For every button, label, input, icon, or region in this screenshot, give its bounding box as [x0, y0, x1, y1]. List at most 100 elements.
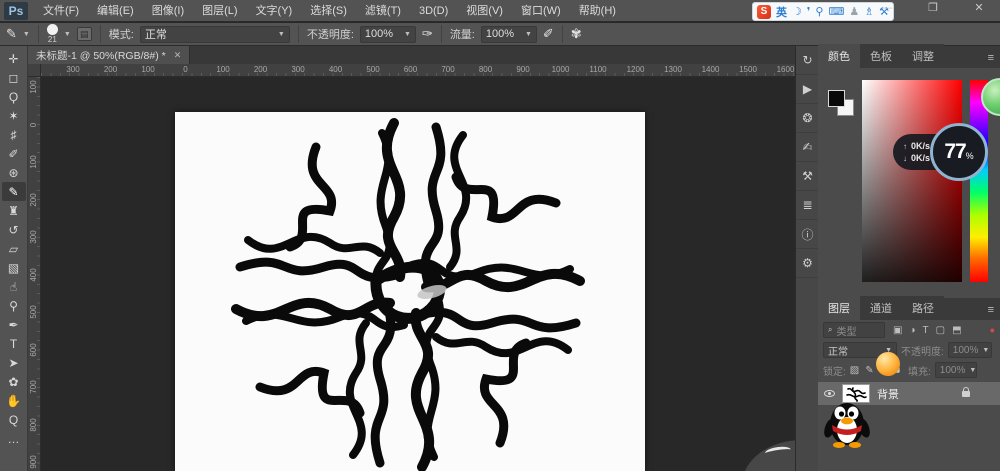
upload-arrow-icon: ↑: [903, 141, 907, 151]
blend-mode-select[interactable]: 正常 ▼: [139, 25, 290, 43]
eraser-tool[interactable]: ▱: [2, 239, 26, 258]
menu-9[interactable]: 窗口(W): [512, 0, 570, 22]
tab-paths[interactable]: 路径: [902, 296, 944, 320]
person-icon[interactable]: ♟: [849, 5, 859, 19]
memory-percent-widget[interactable]: 77 %: [930, 123, 988, 181]
info-panel-icon[interactable]: ⓘ: [796, 220, 819, 249]
layer-fill-select[interactable]: 100% ▼: [934, 362, 977, 378]
actions-panel-icon[interactable]: ▶: [796, 75, 819, 104]
clone-source-panel-icon[interactable]: ≣: [796, 191, 819, 220]
brush-preset-dropdown-arrow[interactable]: ▼: [64, 31, 71, 38]
menu-7[interactable]: 3D(D): [410, 0, 457, 22]
clone-stamp-tool[interactable]: ♜: [2, 201, 26, 220]
filter-type-layers-icon[interactable]: T: [923, 325, 929, 336]
menu-10[interactable]: 帮助(H): [570, 0, 625, 22]
menu-6[interactable]: 滤镜(T): [356, 0, 410, 22]
smudge-tool[interactable]: ☝: [2, 277, 26, 296]
menu-2[interactable]: 图像(I): [143, 0, 193, 22]
layers-panel-menu-icon[interactable]: ≡: [982, 300, 1000, 320]
opacity-select[interactable]: 100% ▼: [359, 25, 416, 43]
brush-tool[interactable]: ✎: [1, 182, 26, 201]
color-saturation-field[interactable]: [862, 80, 962, 282]
smoothing-icon[interactable]: ✾: [571, 26, 582, 42]
pressure-opacity-icon[interactable]: ✑: [422, 26, 433, 42]
color-panel-tabbar: 颜色 色板 调整 ≡: [818, 44, 1000, 68]
ruler-origin-corner[interactable]: [28, 64, 41, 77]
navigator-panel-icon[interactable]: ❂: [796, 104, 819, 133]
marquee-tool[interactable]: ◻: [2, 68, 26, 87]
minimize-button[interactable]: —: [876, 0, 898, 16]
close-button[interactable]: ✕: [968, 0, 990, 16]
shape-tool[interactable]: ✿: [2, 372, 26, 391]
menu-0[interactable]: 文件(F): [34, 0, 88, 22]
dodge-tool[interactable]: ⚲: [2, 296, 26, 315]
filter-shape-layers-icon[interactable]: ▢: [936, 325, 945, 336]
history-panel-icon[interactable]: ↻: [796, 46, 819, 75]
brush-preset-picker[interactable]: 21: [46, 24, 58, 44]
document-tab[interactable]: 未标题-1 @ 50%(RGB/8#) * ✕: [28, 46, 191, 64]
brush-presets-panel-icon[interactable]: ⚒: [796, 162, 819, 191]
horizontal-ruler[interactable]: 300 200 100 0 100 200 300 400 500 600 700 800 900 100…: [41, 64, 795, 77]
history-brush-tool[interactable]: ↺: [2, 220, 26, 239]
canvas[interactable]: [175, 112, 645, 471]
ime-language-toggle[interactable]: 英: [776, 4, 787, 20]
moon-icon[interactable]: ☽: [792, 5, 802, 19]
menu-1[interactable]: 编辑(E): [88, 0, 143, 22]
eyedropper-tool[interactable]: ✐: [2, 144, 26, 163]
healing-brush-tool[interactable]: ⊛: [2, 163, 26, 182]
microphone-icon[interactable]: ⚲: [815, 5, 823, 19]
filter-toggle-dot[interactable]: ●: [990, 325, 995, 335]
zoom-tool[interactable]: Q: [2, 410, 26, 429]
layer-filter-select[interactable]: ⌕ 类型: [823, 322, 885, 338]
menu-4[interactable]: 文字(Y): [247, 0, 302, 22]
lock-transparency-icon[interactable]: ▨: [850, 365, 859, 376]
layer-opacity-value: 100%: [952, 344, 979, 356]
tab-channels[interactable]: 通道: [860, 296, 902, 320]
crop-tool[interactable]: ♯: [2, 125, 26, 144]
sogou-logo-icon[interactable]: S: [757, 4, 771, 19]
download-arrow-icon: ↓: [903, 153, 907, 163]
orange-ball-overlay-icon[interactable]: [876, 352, 900, 376]
foreground-color-swatch[interactable]: [828, 90, 845, 107]
qq-penguin-icon[interactable]: [824, 398, 870, 451]
airbrush-icon[interactable]: ✐: [543, 26, 554, 42]
type-tool[interactable]: T: [2, 334, 26, 353]
lasso-tool[interactable]: Ϙ: [2, 87, 26, 106]
tool-presets-panel-icon[interactable]: ✍: [796, 133, 819, 162]
lock-pixels-icon[interactable]: ✎: [865, 365, 873, 376]
filter-pixel-layers-icon[interactable]: ▣: [893, 325, 902, 336]
restore-button[interactable]: ❐: [922, 0, 944, 16]
tab-color[interactable]: 颜色: [818, 44, 860, 68]
flow-select[interactable]: 100% ▼: [480, 25, 537, 43]
hand-tool[interactable]: ✋: [2, 391, 26, 410]
tab-adjustments[interactable]: 调整: [902, 44, 944, 68]
filter-adjustment-layers-icon[interactable]: ◑: [909, 325, 915, 336]
filter-smart-objects-icon[interactable]: ⬒: [952, 325, 961, 336]
hue-slider[interactable]: [970, 80, 988, 282]
magic-wand-tool[interactable]: ✶: [2, 106, 26, 125]
keyboard-icon[interactable]: ⌨: [828, 5, 844, 19]
vertical-ruler[interactable]: 100 0 100 200 300 400 500 600 700 800 900: [28, 77, 41, 471]
toggle-brush-panel-button[interactable]: ▤: [76, 27, 92, 41]
path-select-tool[interactable]: ➤: [2, 353, 26, 372]
color-panel-menu-icon[interactable]: ≡: [982, 48, 1000, 68]
sparkle-icon[interactable]: ❜: [807, 5, 811, 19]
tool-preset-dropdown-arrow[interactable]: ▼: [23, 31, 30, 38]
magic-wand-tool-icon: ✶: [8, 108, 19, 123]
tab-layers[interactable]: 图层: [818, 296, 860, 320]
brush-tool-icon[interactable]: ✎: [6, 26, 17, 42]
menu-8[interactable]: 视图(V): [457, 0, 512, 22]
menu-3[interactable]: 图层(L): [193, 0, 246, 22]
more-tools[interactable]: …: [2, 429, 26, 448]
layer-visibility-eye-icon[interactable]: [824, 390, 835, 397]
layer-opacity-select[interactable]: 100% ▼: [947, 342, 992, 358]
menu-5[interactable]: 选择(S): [301, 0, 356, 22]
gradient-tool[interactable]: ▧: [2, 258, 26, 277]
tab-swatches[interactable]: 色板: [860, 44, 902, 68]
tab-close-icon[interactable]: ✕: [174, 50, 182, 61]
layer-filter-icons[interactable]: ▣ ◑ T ▢ ⬒: [893, 325, 962, 336]
pen-tool[interactable]: ✒: [2, 315, 26, 334]
move-tool[interactable]: ✛: [2, 49, 26, 68]
character-panel-icon[interactable]: ⚙: [796, 249, 819, 278]
h-ruler-tick: 1000: [551, 65, 570, 74]
